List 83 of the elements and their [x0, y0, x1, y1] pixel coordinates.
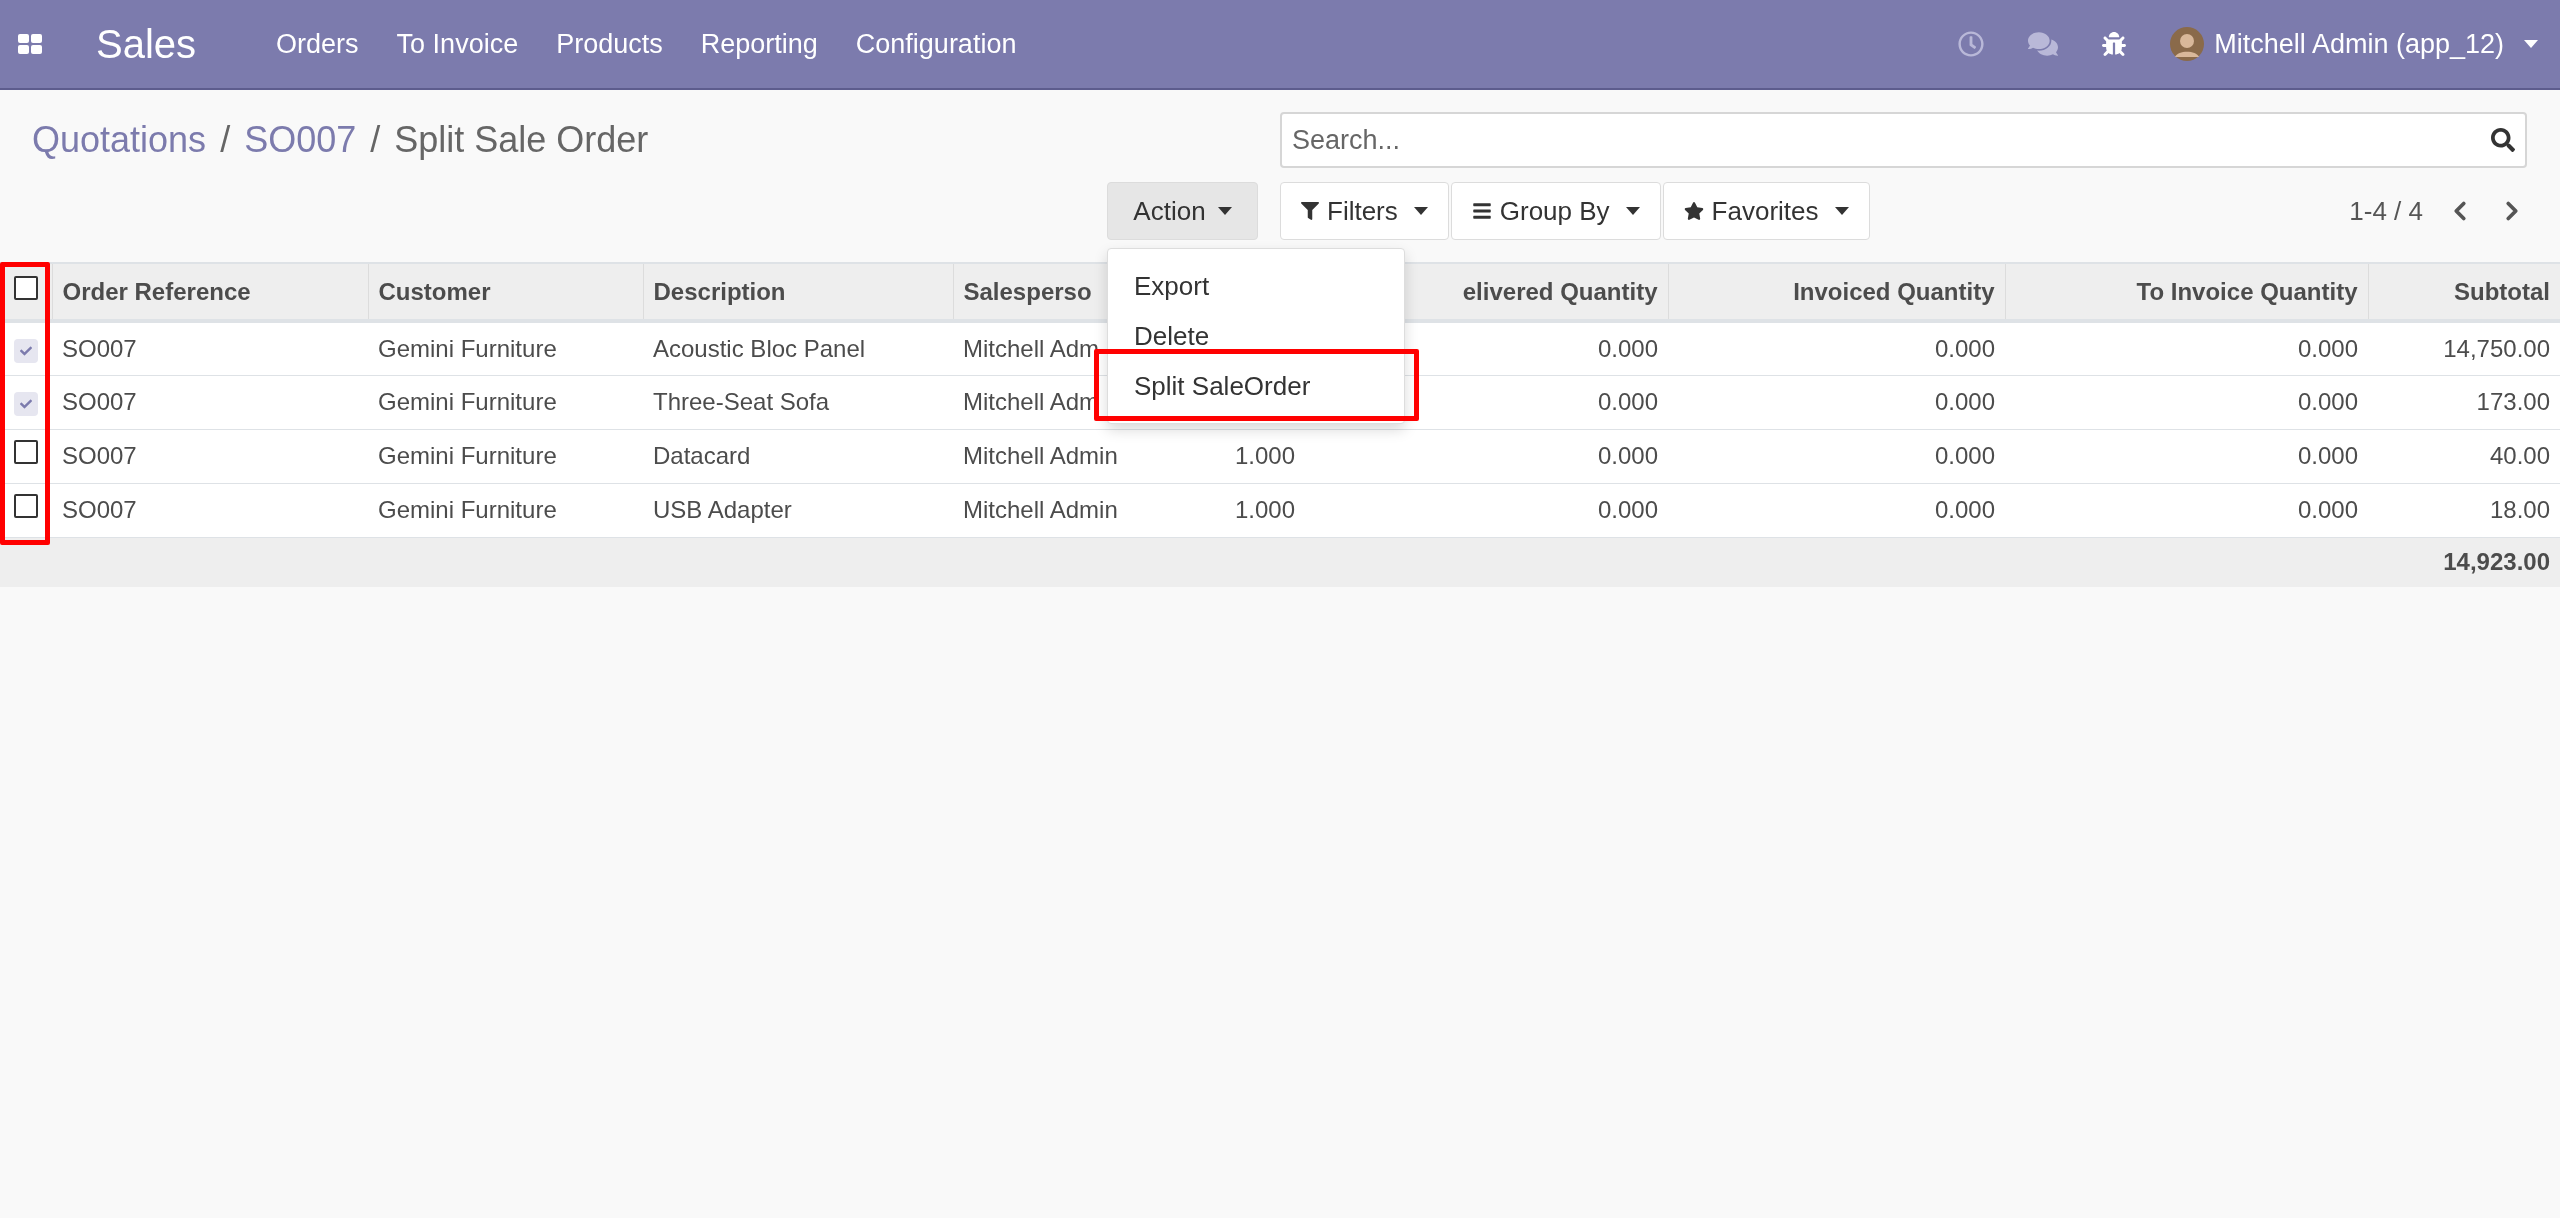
menu-item[interactable]: Export — [1108, 261, 1404, 311]
nav-menu-item[interactable]: To Invoice — [396, 23, 519, 65]
column-header[interactable]: To Invoice Quantity — [2136, 277, 2358, 305]
table-cell: 40.00 — [2489, 442, 2550, 469]
filter-button[interactable]: Group By — [1450, 182, 1661, 240]
search-icon[interactable] — [2491, 128, 2515, 152]
pager-text: 1-4 / 4 — [2349, 194, 2423, 228]
table-cell: 0.000 — [2297, 496, 2358, 523]
table-cell: 18.00 — [2489, 496, 2550, 523]
check-icon — [20, 344, 32, 357]
table-cell: USB Adapter — [653, 496, 792, 523]
table-cell: 0.000 — [1934, 442, 1995, 469]
apps-grid-icon[interactable] — [18, 34, 42, 54]
column-header[interactable]: Invoiced Quantity — [1793, 277, 1995, 305]
nav-menu-item[interactable]: Products — [556, 23, 663, 65]
table-cell: Gemini Furniture — [378, 496, 557, 523]
checkbox[interactable] — [14, 392, 38, 416]
table-cell: 173.00 — [2476, 388, 2550, 415]
caret-icon — [1625, 207, 1640, 215]
table-cell: SO007 — [62, 334, 137, 362]
breadcrumb-separator: / — [220, 118, 231, 162]
checkbox[interactable] — [14, 494, 38, 518]
table-cell: 0.000 — [2297, 334, 2358, 362]
table-cell: 0.000 — [1597, 496, 1658, 523]
table-cell: 1.000 — [1235, 442, 1296, 469]
column-header[interactable]: Description — [653, 277, 786, 305]
table-cell: Datacard — [653, 442, 751, 469]
search-field[interactable]: Search... — [1280, 112, 2527, 168]
table-cell: 1.000 — [1235, 496, 1296, 523]
column-header[interactable]: Salesperso — [963, 277, 1092, 305]
table-cell: Gemini Furniture — [378, 442, 557, 469]
menu-item[interactable]: Split SaleOrder — [1108, 361, 1404, 411]
bug-icon[interactable] — [2102, 32, 2127, 56]
table-cell: Mitchell Admin — [963, 496, 1118, 523]
table-cell: Gemini Furniture — [378, 388, 557, 415]
table-cell: 0.000 — [1934, 496, 1995, 523]
user-name[interactable]: Mitchell Admin (app_12) — [2214, 23, 2504, 65]
breadcrumb-link[interactable]: Quotations — [32, 113, 207, 167]
app-title[interactable]: Sales — [96, 14, 197, 74]
table-cell: 0.000 — [1597, 388, 1658, 415]
nav-menu-item[interactable]: Orders — [276, 23, 359, 65]
breadcrumb-link[interactable]: SO007 — [244, 113, 357, 167]
list-icon — [1471, 201, 1492, 221]
avatar-icon[interactable] — [2170, 27, 2205, 61]
table-cell: SO007 — [62, 496, 137, 523]
total-amount: 14,923.00 — [2443, 548, 2550, 576]
checkbox[interactable] — [13, 275, 38, 300]
table-cell: 0.000 — [1934, 388, 1995, 415]
caret-icon — [2524, 40, 2538, 48]
column-header[interactable]: Customer — [378, 277, 491, 305]
star-icon — [1683, 201, 1704, 221]
action-button[interactable]: Action — [1107, 182, 1258, 240]
checkbox[interactable] — [14, 338, 38, 363]
table-cell: Gemini Furniture — [378, 334, 557, 362]
column-header[interactable]: Order Reference — [62, 277, 251, 305]
filter-icon — [1301, 202, 1319, 220]
check-icon — [20, 398, 32, 410]
chat-icon[interactable] — [2028, 29, 2059, 59]
table-cell: 14,750.00 — [2443, 334, 2550, 362]
filter-button[interactable]: Favorites — [1662, 182, 1870, 240]
caret-icon — [1413, 207, 1428, 215]
caret-icon — [1217, 207, 1232, 215]
nav-menu-item[interactable]: Configuration — [855, 23, 1017, 65]
table-cell: 0.000 — [2297, 442, 2358, 469]
table-cell: Acoustic Bloc Panel — [653, 334, 866, 362]
clock-icon[interactable] — [1958, 31, 1985, 57]
table-cell: 0.000 — [1934, 334, 1995, 362]
breadcrumb-current: Split Sale Order — [394, 118, 649, 162]
nav-menu-item[interactable]: Reporting — [700, 23, 818, 65]
table-cell: 0.000 — [1597, 442, 1658, 469]
caret-icon — [1834, 207, 1849, 215]
breadcrumb-separator: / — [370, 118, 381, 162]
column-header[interactable]: elivered Quantity — [1462, 277, 1658, 305]
table-cell: SO007 — [62, 388, 137, 415]
table-cell: 0.000 — [1597, 334, 1658, 362]
menu-item[interactable]: Delete — [1108, 311, 1404, 361]
filter-button[interactable]: Filters — [1280, 182, 1449, 240]
checkbox[interactable] — [14, 440, 38, 464]
table-cell: Mitchell Admin — [963, 442, 1118, 469]
column-header[interactable]: Subtotal — [2454, 277, 2550, 305]
table-cell: SO007 — [62, 442, 137, 469]
table-cell: 0.000 — [2297, 388, 2358, 415]
table-cell: Three-Seat Sofa — [653, 388, 830, 415]
